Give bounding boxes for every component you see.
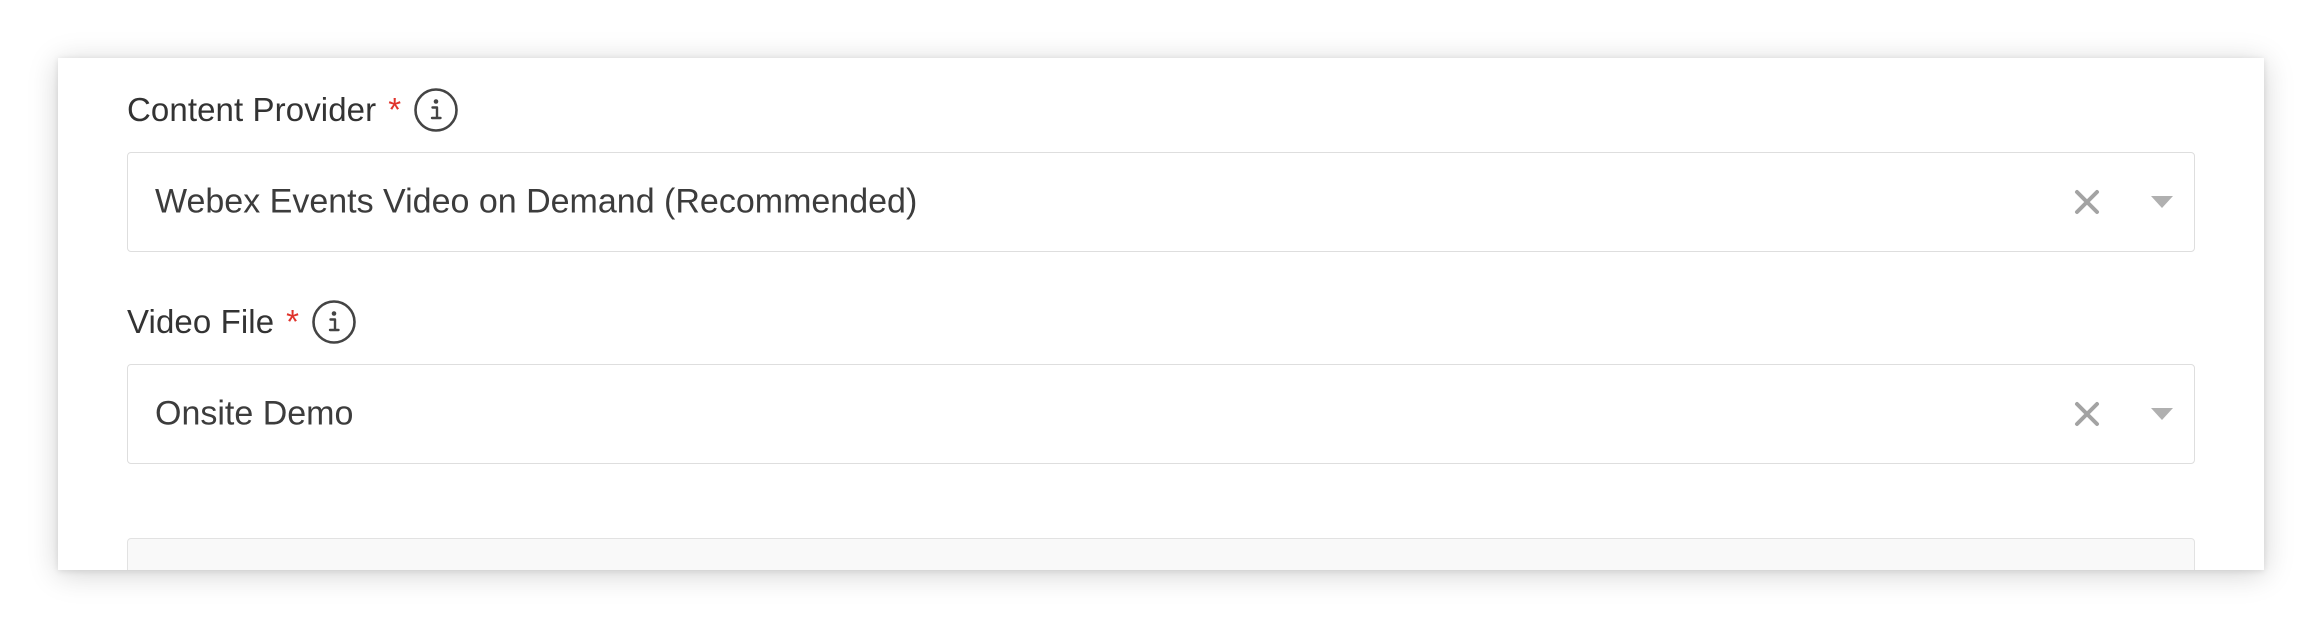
required-asterisk: * <box>388 91 402 128</box>
video-file-select[interactable]: Onsite Demo <box>127 364 2195 464</box>
page-background: Content Provider * Webex Events Video on… <box>0 0 2322 628</box>
close-icon[interactable] <box>2072 187 2102 217</box>
close-icon[interactable] <box>2072 399 2102 429</box>
content-provider-selected-value: Webex Events Video on Demand (Recommende… <box>155 182 918 221</box>
chevron-down-icon[interactable] <box>2150 195 2174 209</box>
required-asterisk: * <box>286 303 300 340</box>
video-file-label-row: Video File * <box>127 292 357 352</box>
info-icon[interactable] <box>311 299 357 345</box>
content-provider-select[interactable]: Webex Events Video on Demand (Recommende… <box>127 152 2195 252</box>
chevron-down-icon[interactable] <box>2150 407 2174 421</box>
content-provider-label: Content Provider <box>127 91 377 128</box>
content-provider-label-row: Content Provider * <box>127 80 459 140</box>
form-card: Content Provider * Webex Events Video on… <box>58 58 2264 570</box>
video-file-selected-value: Onsite Demo <box>155 394 354 433</box>
video-file-label: Video File <box>127 303 275 340</box>
info-icon[interactable] <box>413 87 459 133</box>
video-preview-panel <box>127 538 2195 570</box>
